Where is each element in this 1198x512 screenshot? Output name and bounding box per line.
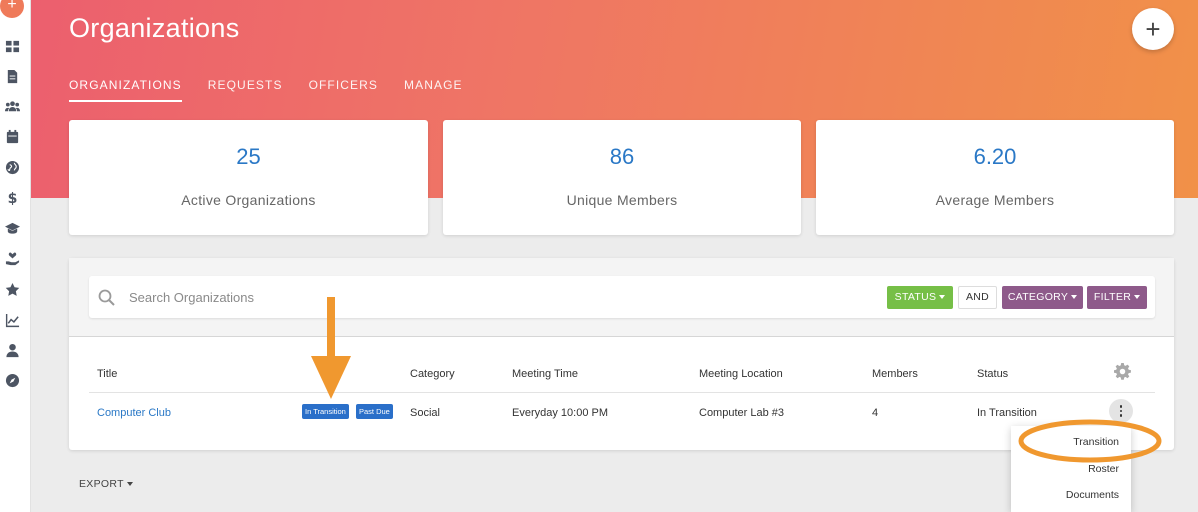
status-badge: Past Due bbox=[356, 404, 393, 419]
stat-value: 25 bbox=[236, 144, 261, 169]
stat-label: Unique Members bbox=[566, 192, 678, 208]
more-vertical-icon bbox=[1119, 409, 1123, 413]
column-header-members[interactable]: Members bbox=[872, 368, 918, 380]
export-label: EXPORT bbox=[79, 478, 124, 490]
column-header-meeting-location[interactable]: Meeting Location bbox=[699, 368, 783, 380]
search-box: STATUS AND CATEGORY FILTER bbox=[89, 276, 1155, 318]
caret-down-icon bbox=[939, 295, 946, 300]
filter-button[interactable]: FILTER bbox=[1087, 286, 1147, 309]
filter-label: FILTER bbox=[1093, 291, 1132, 303]
caret-down-icon bbox=[1134, 295, 1141, 300]
meeting-location-cell: Computer Lab #3 bbox=[699, 407, 784, 419]
category-cell: Social bbox=[410, 407, 440, 419]
tab-officers[interactable]: OFFICERS bbox=[309, 78, 378, 102]
gear-icon[interactable] bbox=[1114, 363, 1131, 380]
document-icon[interactable] bbox=[4, 68, 20, 84]
stat-label: Average Members bbox=[935, 192, 1055, 208]
stat-value: 6.20 bbox=[973, 144, 1017, 169]
users-icon[interactable] bbox=[4, 98, 20, 114]
menu-item-documents[interactable]: Documents bbox=[1066, 489, 1119, 501]
add-organization-button[interactable]: + bbox=[1132, 8, 1174, 50]
search-icon bbox=[98, 289, 115, 306]
search-input[interactable] bbox=[129, 287, 689, 307]
meeting-time-cell: Everyday 10:00 PM bbox=[512, 407, 608, 419]
status-cell: In Transition bbox=[977, 407, 1037, 419]
status-filter-label: STATUS bbox=[894, 291, 937, 303]
menu-item-transition[interactable]: Transition bbox=[1073, 436, 1119, 448]
members-cell: 4 bbox=[872, 407, 879, 419]
stat-card-unique-members: 86 Unique Members bbox=[443, 120, 801, 235]
user-icon[interactable] bbox=[4, 342, 20, 358]
row-actions-button[interactable] bbox=[1109, 399, 1133, 423]
column-header-meeting-time[interactable]: Meeting Time bbox=[512, 368, 578, 380]
export-button[interactable]: EXPORT bbox=[79, 478, 133, 490]
status-filter-button[interactable]: STATUS bbox=[887, 286, 953, 309]
search-toolbar: STATUS AND CATEGORY FILTER bbox=[69, 258, 1174, 337]
sidebar: + $ bbox=[0, 0, 31, 512]
star-icon[interactable] bbox=[4, 281, 20, 297]
column-header-status[interactable]: Status bbox=[977, 368, 1008, 380]
stat-card-average-members: 6.20 Average Members bbox=[816, 120, 1174, 235]
compass-icon[interactable] bbox=[4, 372, 20, 388]
hand-heart-icon[interactable] bbox=[4, 250, 20, 266]
caret-down-icon bbox=[126, 482, 133, 487]
caret-down-icon bbox=[1071, 295, 1078, 300]
tab-organizations[interactable]: ORGANIZATIONS bbox=[69, 78, 182, 102]
category-filter-label: CATEGORY bbox=[1007, 291, 1069, 303]
dashboard-icon[interactable] bbox=[4, 38, 20, 54]
column-header-title[interactable]: Title bbox=[97, 368, 117, 380]
row-actions-menu: Transition Roster Documents bbox=[1011, 426, 1131, 512]
category-filter-button[interactable]: CATEGORY bbox=[1002, 286, 1083, 309]
tab-manage[interactable]: MANAGE bbox=[404, 78, 463, 102]
and-toggle-button[interactable]: AND bbox=[958, 286, 997, 309]
organizations-panel: STATUS AND CATEGORY FILTER Title Categor… bbox=[69, 258, 1174, 450]
tab-requests[interactable]: REQUESTS bbox=[208, 78, 283, 102]
stat-card-active-organizations: 25 Active Organizations bbox=[69, 120, 428, 235]
stat-value: 86 bbox=[609, 144, 635, 169]
column-header-category[interactable]: Category bbox=[410, 368, 455, 380]
more-vertical-icon bbox=[1119, 405, 1123, 408]
svg-text:$: $ bbox=[7, 191, 17, 205]
status-badge: In Transition bbox=[302, 404, 349, 419]
stat-label: Active Organizations bbox=[181, 192, 316, 208]
menu-item-roster[interactable]: Roster bbox=[1088, 463, 1119, 475]
chart-icon[interactable] bbox=[4, 312, 20, 328]
sidebar-add-button[interactable]: + bbox=[0, 0, 24, 18]
table-divider bbox=[89, 392, 1155, 393]
more-vertical-icon bbox=[1119, 414, 1123, 417]
graduation-cap-icon[interactable] bbox=[4, 220, 20, 236]
globe-icon[interactable] bbox=[4, 159, 20, 175]
page-title: Organizations bbox=[69, 13, 240, 43]
dollar-icon[interactable]: $ bbox=[4, 189, 20, 205]
organization-title-link[interactable]: Computer Club bbox=[97, 407, 171, 419]
tab-bar: ORGANIZATIONS REQUESTS OFFICERS MANAGE bbox=[69, 78, 489, 102]
calendar-icon[interactable] bbox=[4, 128, 20, 144]
